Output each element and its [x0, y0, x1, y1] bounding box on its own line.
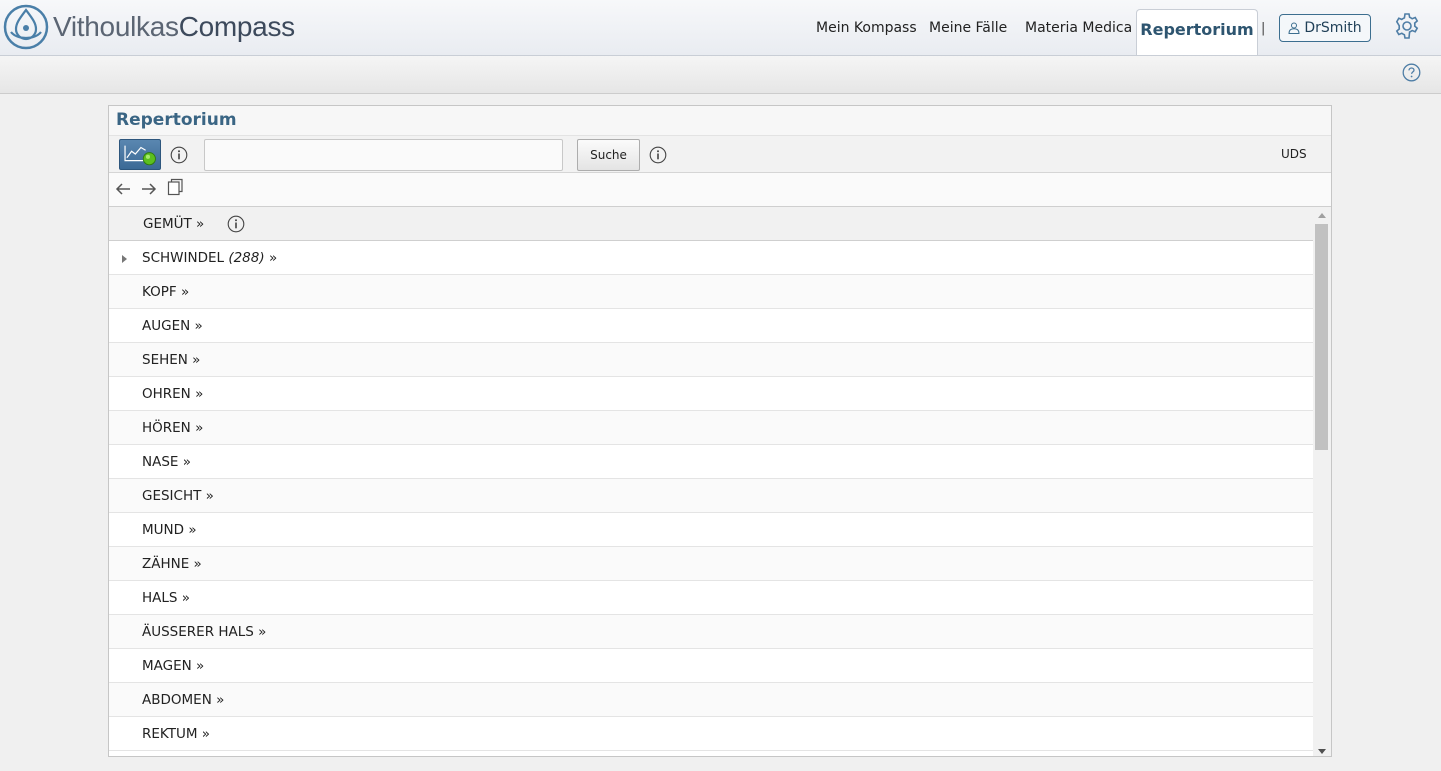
- nav-separator: |: [1261, 21, 1266, 36]
- list-item[interactable]: REKTUM »: [109, 717, 1313, 751]
- list-item[interactable]: KOPF »: [109, 275, 1313, 309]
- list-item-label: MAGEN »: [142, 658, 205, 674]
- list-item-label: SEHEN »: [142, 352, 201, 368]
- chapter-label-gemuet: GEMÜT »: [143, 216, 205, 232]
- chart-toggle-button[interactable]: [119, 139, 161, 170]
- help-question-icon[interactable]: [1402, 63, 1421, 82]
- logo-text: VithoulkasCompass: [53, 11, 295, 42]
- list-item[interactable]: SEHEN »: [109, 343, 1313, 377]
- app-logo[interactable]: VithoulkasCompass: [3, 4, 295, 50]
- user-icon: [1288, 22, 1300, 34]
- search-button[interactable]: Suche: [577, 139, 640, 171]
- list-item[interactable]: MAGEN »: [109, 649, 1313, 683]
- list-item-label: GESICHT »: [142, 488, 214, 504]
- list-item-label: HALS »: [142, 590, 191, 606]
- list-item-label: MUND »: [142, 522, 197, 538]
- top-navigation-bar: VithoulkasCompass Mein Kompass Meine Fäl…: [0, 0, 1441, 56]
- list-scrollbar[interactable]: [1313, 207, 1331, 756]
- compass-logo-icon: [3, 4, 49, 50]
- sub-toolbar: [0, 56, 1441, 94]
- chapter-info-icon[interactable]: [227, 215, 245, 233]
- nav-meine-faelle[interactable]: Meine Fälle: [929, 20, 1007, 36]
- list-item[interactable]: ABDOMEN »: [109, 683, 1313, 717]
- active-tab-label: Repertorium: [1140, 20, 1254, 39]
- list-item-label: ÄUSSERER HALS »: [142, 624, 267, 640]
- list-item[interactable]: AUGEN »: [109, 309, 1313, 343]
- list-item[interactable]: OHREN »: [109, 377, 1313, 411]
- back-arrow-icon[interactable]: [115, 181, 131, 197]
- list-item[interactable]: HÖREN »: [109, 411, 1313, 445]
- user-account-button[interactable]: DrSmith: [1279, 14, 1371, 42]
- copy-icon[interactable]: [167, 178, 183, 196]
- list-item-label: OHREN »: [142, 386, 204, 402]
- expand-arrow-icon[interactable]: [122, 255, 127, 263]
- scrollbar-thumb[interactable]: [1315, 224, 1328, 450]
- search-info-icon[interactable]: [649, 146, 667, 164]
- list-item[interactable]: MUND »: [109, 513, 1313, 547]
- scroll-down-arrow-icon[interactable]: [1318, 749, 1326, 754]
- list-item-label: KOPF »: [142, 284, 190, 300]
- list-item-label: NASE »: [142, 454, 191, 470]
- list-item[interactable]: ZÄHNE »: [109, 547, 1313, 581]
- list-item-label: HÖREN »: [142, 420, 204, 436]
- nav-repertorium-active-tab[interactable]: Repertorium: [1136, 9, 1258, 55]
- chapter-list: GEMÜT » SCHWINDEL (288) » KOPF » AUGEN »…: [109, 207, 1313, 756]
- user-name: DrSmith: [1304, 20, 1362, 36]
- list-item-label: REKTUM »: [142, 726, 211, 742]
- info-icon[interactable]: [170, 146, 188, 164]
- list-item-label: ZÄHNE »: [142, 556, 202, 572]
- scroll-up-arrow-icon[interactable]: [1318, 213, 1326, 218]
- search-toolbar: Suche UDS: [109, 136, 1331, 173]
- panel-title: Repertorium: [109, 106, 1331, 136]
- forward-arrow-icon[interactable]: [141, 181, 157, 197]
- list-item[interactable]: HALS »: [109, 581, 1313, 615]
- settings-gear-icon[interactable]: [1393, 12, 1421, 40]
- list-item-label: SCHWINDEL (288) »: [142, 250, 278, 266]
- list-item[interactable]: ÄUSSERER HALS »: [109, 615, 1313, 649]
- nav-mein-kompass[interactable]: Mein Kompass: [816, 20, 917, 36]
- list-item-label: AUGEN »: [142, 318, 203, 334]
- chart-icon: [124, 145, 156, 166]
- history-navigation-row: [109, 173, 1331, 207]
- nav-materia-medica[interactable]: Materia Medica: [1025, 20, 1132, 36]
- list-item[interactable]: SCHWINDEL (288) »: [109, 241, 1313, 275]
- list-header-row[interactable]: GEMÜT »: [109, 207, 1313, 241]
- list-item[interactable]: NASE »: [109, 445, 1313, 479]
- repertorium-panel: Repertorium Suche UDS GEMÜT » SCHWINDEL …: [108, 105, 1332, 757]
- list-item[interactable]: GESICHT »: [109, 479, 1313, 513]
- list-item-label: ABDOMEN »: [142, 692, 225, 708]
- uds-label[interactable]: UDS: [1281, 147, 1307, 161]
- search-input[interactable]: [204, 139, 563, 171]
